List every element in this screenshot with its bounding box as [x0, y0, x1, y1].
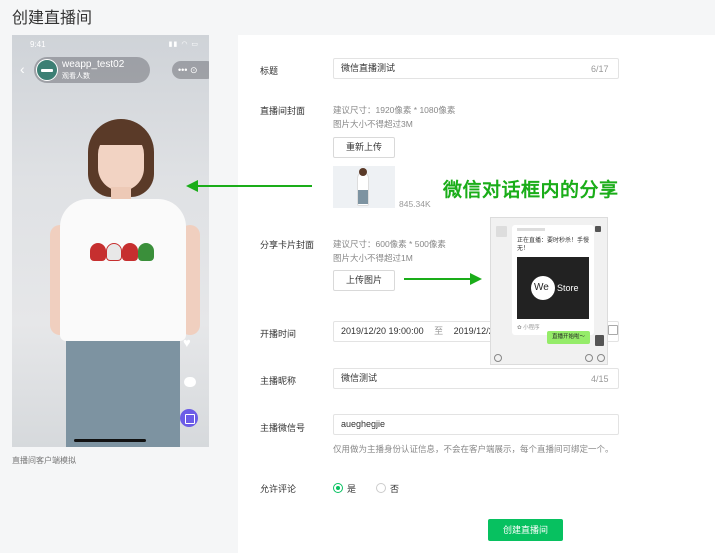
calendar-icon[interactable] [608, 325, 618, 335]
nickname-input[interactable]: 微信测试 [333, 368, 619, 389]
viewer-count: 观看人数 [62, 73, 90, 80]
wechat-id-input[interactable]: aueghegjie [333, 414, 619, 435]
comment-icon[interactable] [184, 377, 196, 387]
form-panel [238, 35, 715, 553]
wechat-id-hint: 仅用做为主播身份认证信息，不会在客户端展示，每个直播间可绑定一个。 [333, 444, 614, 454]
end-time-value: 2019/12/2 [453, 326, 494, 336]
nickname-counter: 4/15 [591, 374, 609, 384]
heart-icon[interactable]: ♥ [183, 335, 191, 350]
comments-no-label: 否 [390, 484, 400, 494]
anchor-info[interactable]: weapp_test02 观看人数 [34, 57, 150, 83]
share-card-hint-size: 建议尺寸：600像素 * 500像素 [333, 239, 446, 249]
cover-image [333, 166, 395, 208]
share-cover-image: We Store [517, 257, 589, 319]
share-card-label: 分享卡片封面 [260, 240, 315, 250]
home-indicator [74, 439, 146, 442]
phone-caption: 直播间客户端模拟 [12, 456, 76, 465]
avatar [36, 59, 58, 81]
title-input[interactable]: 微信直播测试 [333, 58, 619, 79]
mini-program-tag: ✿ 小程序 [517, 325, 540, 331]
anchor-photo [42, 105, 202, 447]
comments-yes-label: 是 [347, 484, 357, 494]
nickname-label: 主播昵称 [260, 376, 297, 386]
cover-hint-size: 建议尺寸：1920像素 * 1080像素 [333, 105, 456, 115]
avatar [595, 226, 601, 232]
status-time: 9:41 [30, 40, 46, 49]
emoji-icon [585, 354, 593, 362]
avatar [595, 335, 604, 346]
cover-label: 直播间封面 [260, 106, 306, 116]
comments-no-radio[interactable] [376, 483, 386, 493]
start-time-value: 2019/12/20 19:00:00 [341, 326, 424, 336]
title-label: 标题 [260, 66, 279, 76]
cover-file-size: 845.34K [399, 199, 431, 209]
page-title: 创建直播间 [12, 10, 93, 27]
westore-logo: We Store [531, 276, 579, 300]
phone-preview: 9:41 ▮▮ ◠ ▭ ‹ weapp_test02 观看人数 ••• ⊙ ♥ [12, 35, 209, 447]
annotation-text: 微信对话框内的分享 [443, 180, 619, 201]
title-counter: 6/17 [591, 64, 609, 74]
reply-bubble: 直播开始啦～ [547, 331, 590, 344]
chat-share-preview: 正在直播：要时秒杀！手慢无！ We Store ✿ 小程序 直播开始啦～ [490, 217, 608, 365]
share-card: 正在直播：要时秒杀！手慢无！ We Store ✿ 小程序 [512, 225, 594, 335]
anchor-name: weapp_test02 [62, 59, 125, 70]
wechat-id-label: 主播微信号 [260, 423, 306, 433]
more-icon[interactable]: ••• ⊙ [172, 61, 209, 79]
share-message: 正在直播：要时秒杀！手慢无！ [517, 238, 590, 252]
status-icons: ▮▮ ◠ ▭ [168, 41, 199, 48]
time-separator: 至 [434, 326, 444, 336]
voice-icon [494, 354, 502, 362]
upload-image-button[interactable]: 上传图片 [333, 270, 395, 291]
reupload-button[interactable]: 重新上传 [333, 137, 395, 158]
share-card-hint-limit: 图片大小不得超过1M [333, 253, 413, 263]
back-icon[interactable]: ‹ [20, 61, 25, 77]
shop-bag-icon[interactable] [180, 409, 198, 427]
comments-label: 允许评论 [260, 484, 297, 494]
avatar [496, 226, 507, 237]
create-live-room-button[interactable]: 创建直播间 [488, 519, 563, 541]
plus-icon [597, 354, 605, 362]
comments-yes-radio[interactable] [333, 483, 343, 493]
cover-hint-limit: 图片大小不得超过3M [333, 119, 413, 129]
start-time-label: 开播时间 [260, 329, 297, 339]
